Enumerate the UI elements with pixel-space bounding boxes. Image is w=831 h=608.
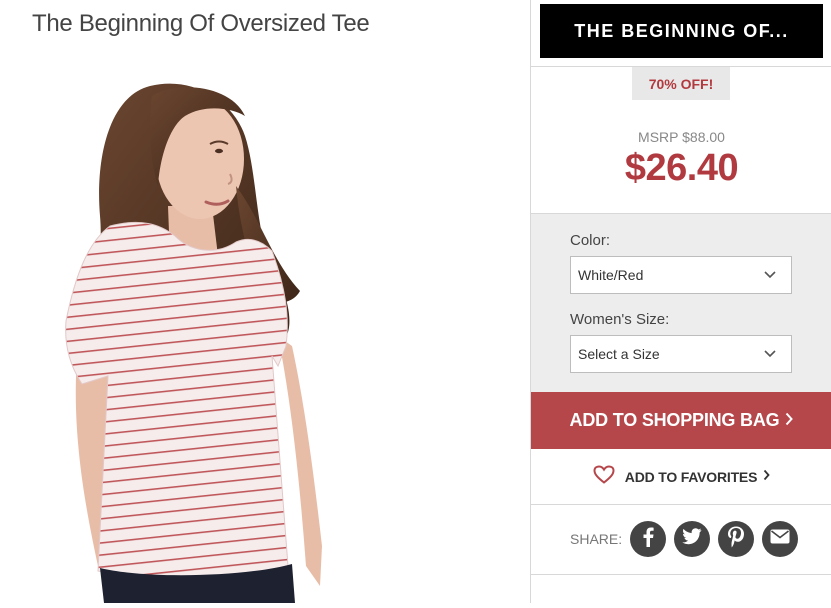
add-to-favorites-button[interactable]: ADD TO FAVORITES xyxy=(531,449,831,505)
brand-banner[interactable]: THE BEGINNING OF... xyxy=(540,4,823,58)
add-to-bag-label: ADD TO SHOPPING BAG xyxy=(569,410,780,430)
sale-price: $26.40 xyxy=(624,147,739,189)
share-row: SHARE: xyxy=(531,505,831,575)
chevron-right-icon xyxy=(785,410,794,431)
add-to-favorites-label: ADD TO FAVORITES xyxy=(624,468,758,485)
purchase-panel: THE BEGINNING OF... 70% OFF! MSRP $88.00… xyxy=(530,0,831,603)
chevron-right-icon xyxy=(763,468,770,486)
product-options: Color: White/Red Women's Size: Select a … xyxy=(531,213,831,392)
color-select-value: White/Red xyxy=(578,267,644,283)
chevron-down-icon xyxy=(763,347,777,364)
add-to-bag-button[interactable]: ADD TO SHOPPING BAG xyxy=(531,392,831,449)
email-share-button[interactable] xyxy=(762,521,798,557)
envelope-icon xyxy=(770,529,790,549)
color-select[interactable]: White/Red xyxy=(570,256,792,294)
pinterest-icon xyxy=(727,526,745,553)
size-select[interactable]: Select a Size xyxy=(570,335,792,373)
size-select-value: Select a Size xyxy=(578,346,660,362)
pinterest-share-button[interactable] xyxy=(718,521,754,557)
size-label: Women's Size: xyxy=(570,311,670,328)
facebook-share-button[interactable] xyxy=(630,521,666,557)
color-label: Color: xyxy=(570,232,611,249)
product-title: The Beginning Of Oversized Tee xyxy=(32,10,370,37)
msrp-price: MSRP $88.00 xyxy=(638,129,725,145)
twitter-icon xyxy=(682,528,702,550)
heart-icon xyxy=(593,464,615,489)
facebook-icon xyxy=(641,527,655,552)
chevron-down-icon xyxy=(763,268,777,285)
share-label: SHARE: xyxy=(570,531,623,547)
product-image[interactable] xyxy=(0,46,529,603)
discount-badge: 70% OFF! xyxy=(632,67,730,100)
twitter-share-button[interactable] xyxy=(674,521,710,557)
